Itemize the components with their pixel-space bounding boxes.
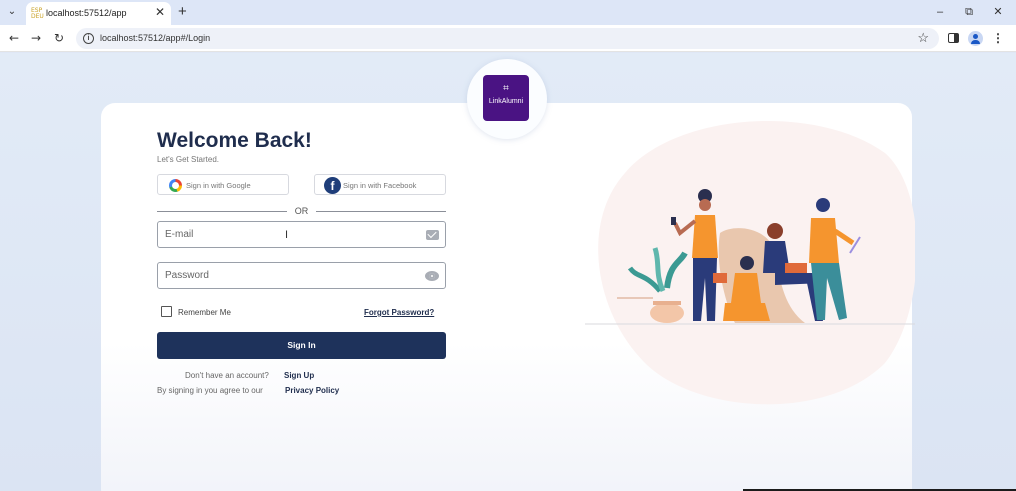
text-cursor-icon: I xyxy=(285,229,289,241)
page-title: Welcome Back! xyxy=(157,129,312,152)
new-tab-plus-icon[interactable]: + xyxy=(178,3,187,20)
facebook-signin-button[interactable]: f Sign in with Facebook xyxy=(314,174,446,195)
google-signin-label: Sign in with Google xyxy=(186,181,251,190)
facebook-icon: f xyxy=(324,177,341,194)
forward-arrow-icon[interactable]: → xyxy=(28,30,44,46)
profile-avatar-icon[interactable] xyxy=(968,31,983,46)
mail-icon xyxy=(426,230,439,240)
sign-in-button[interactable]: Sign In xyxy=(157,332,446,359)
logo-text: LinkAlumni xyxy=(488,98,524,105)
people-illustration xyxy=(585,121,915,405)
logo-container: ⌗ LinkAlumni xyxy=(467,59,547,139)
url-text[interactable]: localhost:57512/app#/Login xyxy=(100,33,210,43)
agree-text: By signing in you agree to our xyxy=(157,386,263,395)
address-bar[interactable]: i localhost:57512/app#/Login ☆ xyxy=(76,28,939,49)
page-subtitle: Let's Get Started. xyxy=(157,155,220,164)
tab-search-chevron-icon[interactable]: ⌄ xyxy=(4,4,20,20)
email-field[interactable]: E-mail I xyxy=(157,221,446,248)
tab-close-icon[interactable]: ✕ xyxy=(155,5,165,19)
remember-me-label[interactable]: Remember Me xyxy=(178,308,231,317)
site-info-icon[interactable]: i xyxy=(83,33,94,44)
remember-me-checkbox[interactable] xyxy=(161,306,172,317)
reload-icon[interactable]: ↻ xyxy=(51,30,67,46)
back-arrow-icon[interactable]: ← xyxy=(6,30,22,46)
forgot-password-link[interactable]: Forgot Password? xyxy=(364,308,434,317)
browser-toolbar: ← → ↻ i localhost:57512/app#/Login ☆ ⋮ xyxy=(0,25,1016,52)
logo-mark-icon: ⌗ xyxy=(503,83,509,94)
bookmark-star-icon[interactable]: ☆ xyxy=(917,30,929,46)
linkalumni-logo: ⌗ LinkAlumni xyxy=(483,75,529,121)
close-window-icon[interactable]: ✕ xyxy=(988,4,1008,20)
or-text: OR xyxy=(294,206,309,216)
page-viewport: ⌗ LinkAlumni Welcome Back! Let's Get Sta… xyxy=(0,53,1016,491)
privacy-policy-link[interactable]: Privacy Policy xyxy=(285,386,339,395)
restore-window-icon[interactable]: ⧉ xyxy=(959,4,979,20)
browser-menu-kebab-icon[interactable]: ⋮ xyxy=(992,31,1004,45)
email-placeholder: E-mail xyxy=(165,229,194,240)
facebook-signin-label: Sign in with Facebook xyxy=(343,181,417,190)
google-icon xyxy=(169,179,182,192)
password-placeholder: Password xyxy=(165,270,209,281)
tab-title: localhost:57512/app xyxy=(46,8,127,18)
browser-tab[interactable]: ESP DEU localhost:57512/app ✕ xyxy=(26,2,171,25)
browser-tab-bar: ⌄ ESP DEU localhost:57512/app ✕ + – ⧉ ✕ xyxy=(0,0,1016,25)
or-divider: OR xyxy=(157,206,446,216)
google-signin-button[interactable]: Sign in with Google xyxy=(157,174,289,195)
favicon-icon: ESP DEU xyxy=(31,7,44,20)
password-field[interactable]: Password xyxy=(157,262,446,289)
minimize-icon[interactable]: – xyxy=(930,4,950,20)
side-panel-icon[interactable] xyxy=(948,33,959,43)
no-account-text: Don't have an account? xyxy=(185,371,269,380)
show-password-eye-icon[interactable] xyxy=(425,271,439,281)
sign-up-link[interactable]: Sign Up xyxy=(284,371,314,380)
